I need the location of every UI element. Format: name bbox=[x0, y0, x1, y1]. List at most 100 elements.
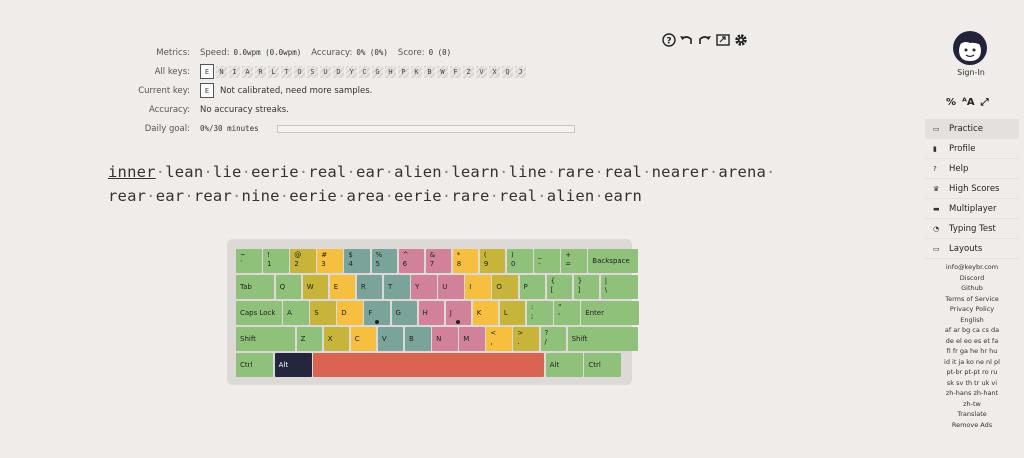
key-shift-label: * bbox=[456, 251, 461, 259]
footer-link[interactable]: zh-tw bbox=[930, 399, 1014, 410]
footer-link[interactable]: fi fr ga he hr hu bbox=[930, 346, 1014, 357]
sidebar-item-label: Help bbox=[949, 163, 969, 174]
key-tab: Tab bbox=[236, 275, 274, 299]
font-size-icon[interactable]: ᴬA bbox=[962, 97, 975, 108]
key-2: @2 bbox=[290, 249, 316, 273]
key-shift-label: _ bbox=[538, 251, 542, 259]
footer-link[interactable]: English bbox=[930, 315, 1014, 326]
sidebar-item-help[interactable]: ? Help bbox=[925, 159, 1019, 179]
word-separator: · bbox=[441, 163, 452, 181]
lesson-word: rear bbox=[193, 187, 232, 205]
fullscreen-icon[interactable] bbox=[715, 32, 730, 47]
redo-icon[interactable] bbox=[697, 32, 712, 47]
sidebar-item-high-scores[interactable]: ♛ High Scores bbox=[925, 179, 1019, 199]
gauge-icon: ◔ bbox=[933, 224, 940, 233]
key-shift-label: @ bbox=[294, 251, 302, 259]
key-r: R bbox=[356, 275, 383, 299]
footer-link[interactable]: id it ja ko ne nl pl bbox=[930, 357, 1014, 368]
word-separator: · bbox=[146, 187, 156, 205]
footer-link[interactable]: de el eo es et fa bbox=[930, 336, 1014, 347]
key-label: Alt bbox=[549, 360, 560, 369]
footer-link[interactable]: pt-br pt-pt ro ru bbox=[930, 367, 1014, 378]
word-separator: · bbox=[279, 187, 290, 205]
key-letter-o: O bbox=[294, 65, 305, 78]
sidebar-item-multiplayer[interactable]: ▬ Multiplayer bbox=[925, 199, 1019, 219]
daily-goal-row: Daily goal: 0%/30 minutes bbox=[120, 119, 575, 138]
current-key-status: Not calibrated, need more samples. bbox=[220, 85, 373, 96]
footer-link[interactable]: af ar bg ca cs da bbox=[930, 325, 1014, 336]
lesson-word: real bbox=[499, 187, 538, 205]
word-separator: · bbox=[499, 163, 509, 181]
key-letter-r: R bbox=[255, 65, 266, 78]
key-ctrl: Ctrl bbox=[236, 353, 273, 377]
key-label: - bbox=[538, 260, 541, 268]
lesson-text[interactable]: inner·lean·lie·eerie·real·ear·alien·lear… bbox=[108, 160, 775, 208]
gear-icon[interactable] bbox=[733, 32, 748, 47]
key-letter-l: L bbox=[268, 65, 279, 78]
key-shift-label: ) bbox=[511, 251, 514, 259]
key-letter-z: Z bbox=[463, 65, 474, 78]
key-label: Alt bbox=[278, 360, 289, 369]
key-label: N bbox=[436, 334, 442, 343]
help-circle-icon[interactable]: ? bbox=[661, 32, 676, 47]
key-shift-label: " bbox=[558, 303, 562, 311]
footer-link[interactable]: Translate bbox=[930, 409, 1014, 420]
lesson-word: alien bbox=[394, 163, 442, 181]
key-label: 0 bbox=[511, 260, 516, 268]
key-label: A bbox=[287, 308, 292, 317]
key-4: $4 bbox=[344, 249, 370, 273]
key-letter-d: D bbox=[333, 65, 344, 78]
chart-icon: ▮ bbox=[933, 144, 937, 153]
sidebar-item-label: Typing Test bbox=[949, 223, 996, 234]
key-label: 8 bbox=[456, 260, 462, 268]
footer-link[interactable]: info@keybr.com bbox=[930, 262, 1014, 273]
percent-icon[interactable]: % bbox=[946, 97, 956, 108]
lesson-word: alien bbox=[546, 187, 595, 205]
word-separator: · bbox=[346, 163, 356, 181]
key-label: V bbox=[381, 334, 387, 343]
word-separator: · bbox=[546, 163, 557, 181]
key-label: ` bbox=[240, 260, 244, 268]
key-shift-label: & bbox=[429, 251, 436, 259]
key-q: Q bbox=[275, 275, 302, 299]
accuracy-row-label: Accuracy: bbox=[148, 104, 190, 115]
key-: ? / bbox=[540, 327, 566, 351]
key-alt: Alt bbox=[545, 353, 583, 377]
undo-icon[interactable] bbox=[679, 32, 694, 47]
key-e: E bbox=[329, 275, 356, 299]
lesson-word: earn bbox=[603, 187, 643, 205]
sidebar-tools: % ᴬA ⤢ bbox=[946, 97, 989, 108]
metrics-label: Metrics: bbox=[156, 47, 190, 58]
key-label: Tab bbox=[240, 282, 252, 291]
speed-label: Speed: bbox=[200, 47, 230, 58]
sidebar-item-profile[interactable]: ▮ Profile bbox=[925, 139, 1019, 159]
word-separator: · bbox=[594, 187, 604, 205]
key-p: P bbox=[519, 275, 545, 299]
key-shift: Shift bbox=[236, 327, 295, 351]
key-letter-j: J bbox=[515, 65, 526, 78]
keyboard-icon: ▭ bbox=[933, 244, 940, 253]
key-u: U bbox=[438, 275, 464, 299]
footer-link[interactable]: zh-hans zh-hant bbox=[930, 388, 1014, 399]
word-separator: · bbox=[537, 187, 547, 205]
footer-link[interactable]: Privacy Policy bbox=[930, 304, 1014, 315]
expand-icon[interactable]: ⤢ bbox=[981, 97, 989, 108]
sidebar-item-layouts[interactable]: ▭ Layouts bbox=[925, 239, 1019, 259]
footer-link[interactable]: sk sv th tr uk vi bbox=[930, 378, 1014, 389]
avatar[interactable] bbox=[952, 30, 988, 70]
trophy-icon: ♛ bbox=[933, 184, 940, 193]
key-y: Y bbox=[411, 275, 437, 299]
sidebar-nav: ▭ Practice ▮ Profile? Help ♛ High Scores ▬ Multi… bbox=[925, 119, 1019, 259]
footer-link[interactable]: Github bbox=[930, 283, 1014, 294]
sidebar-item-typing-test[interactable]: ◔ Typing Test bbox=[925, 219, 1019, 239]
word-separator: · bbox=[155, 163, 166, 181]
key-shift-label: $ bbox=[348, 251, 353, 259]
sidebar-item-practice[interactable]: ▭ Practice bbox=[925, 119, 1019, 139]
sign-in-link[interactable]: Sign-In bbox=[941, 68, 1001, 77]
key-label: L bbox=[503, 308, 508, 317]
key-label: Ctrl bbox=[588, 360, 601, 369]
footer-link[interactable]: Discord bbox=[930, 273, 1014, 284]
footer-link[interactable]: Remove Ads bbox=[930, 420, 1014, 431]
footer-link[interactable]: Terms of Service bbox=[930, 294, 1014, 305]
svg-text:?: ? bbox=[666, 36, 671, 46]
